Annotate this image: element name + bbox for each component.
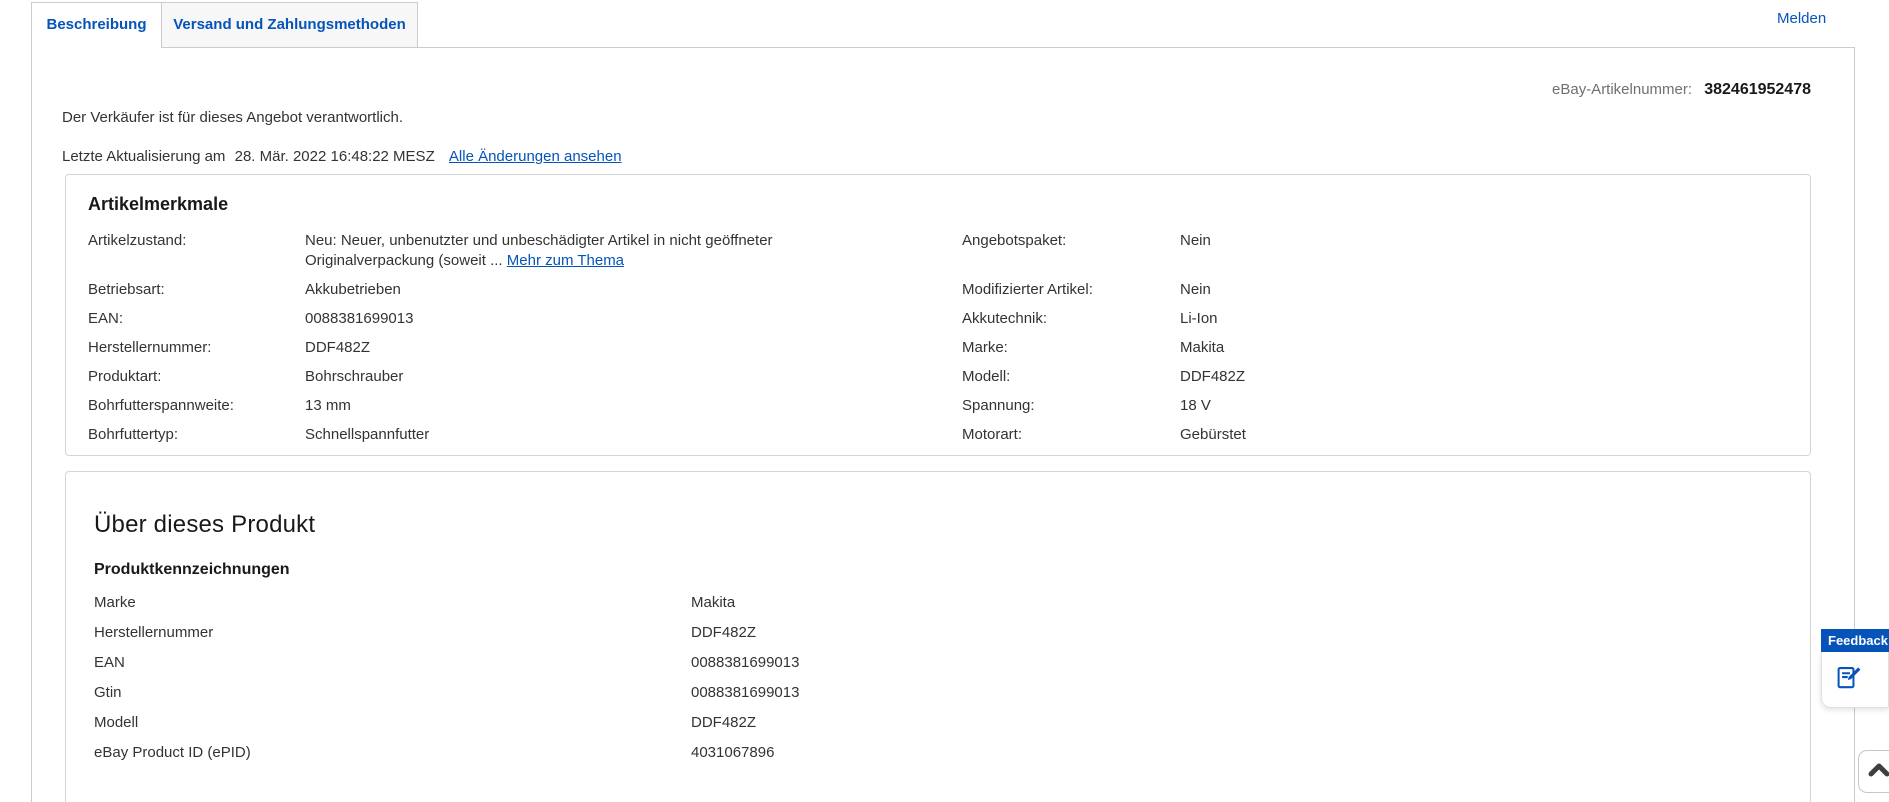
spec-value: DDF482Z	[305, 338, 962, 358]
product-label: Gtin	[94, 683, 691, 703]
spec-value: DDF482Z	[1180, 367, 1788, 387]
spec-value: Nein	[1180, 280, 1788, 300]
about-product-box: Über dieses Produkt Produktkennzeichnung…	[65, 471, 1811, 802]
spec-label: Akkutechnik:	[962, 309, 1180, 329]
spec-value: 13 mm	[305, 396, 962, 416]
product-label: Herstellernummer	[94, 623, 691, 643]
last-update-datetime: 28. Mär. 2022 16:48:22 MESZ	[235, 148, 435, 165]
chevron-up-icon	[1867, 761, 1889, 783]
seller-responsibility-note: Der Verkäufer ist für dieses Angebot ver…	[62, 109, 403, 126]
product-value: Makita	[691, 593, 1782, 613]
spec-label: Herstellernummer:	[88, 338, 305, 358]
product-label: EAN	[94, 653, 691, 673]
feedback-edit-button[interactable]	[1821, 652, 1889, 708]
mehr-zum-thema-link[interactable]: Mehr zum Thema	[507, 252, 624, 269]
scroll-to-top-button[interactable]	[1858, 750, 1889, 793]
item-specifics-title: Artikelmerkmale	[88, 194, 1788, 215]
product-value: 0088381699013	[691, 683, 1782, 703]
spec-label: Marke:	[962, 338, 1180, 358]
item-number-label: eBay-Artikelnummer:	[1552, 81, 1692, 98]
product-value: DDF482Z	[691, 623, 1782, 643]
spec-value: Bohrschrauber	[305, 367, 962, 387]
feedback-badge[interactable]: Feedback	[1821, 629, 1889, 652]
product-identifiers-grid: Marke Makita Herstellernummer DDF482Z EA…	[94, 593, 1782, 763]
spec-label: Betriebsart:	[88, 280, 305, 300]
spec-label: Angebotspaket:	[962, 231, 1180, 251]
spec-label: Bohrfuttertyp:	[88, 425, 305, 445]
spec-label: Motorart:	[962, 425, 1180, 445]
product-value: 4031067896	[691, 743, 1782, 763]
spec-label: Modifizierter Artikel:	[962, 280, 1180, 300]
spec-label: Artikelzustand:	[88, 231, 305, 251]
spec-label: Bohrfutterspannweite:	[88, 396, 305, 416]
tab-versand-und-zahlungsmethoden[interactable]: Versand und Zahlungsmethoden	[161, 2, 418, 47]
spec-label: EAN:	[88, 309, 305, 329]
spec-value: 18 V	[1180, 396, 1788, 416]
spec-value: Akkubetrieben	[305, 280, 962, 300]
spec-value: Li-Ion	[1180, 309, 1788, 329]
melden-link[interactable]: Melden	[1777, 10, 1826, 27]
item-number: eBay-Artikelnummer: 382461952478	[1552, 81, 1811, 99]
product-value: DDF482Z	[691, 713, 1782, 733]
last-update-line: Letzte Aktualisierung am 28. Mär. 2022 1…	[62, 148, 622, 165]
content-panel: eBay-Artikelnummer: 382461952478 Der Ver…	[31, 47, 1855, 802]
spec-value: 0088381699013	[305, 309, 962, 329]
tab-beschreibung[interactable]: Beschreibung	[31, 2, 162, 48]
product-label: Marke	[94, 593, 691, 613]
spec-value: Schnellspannfutter	[305, 425, 962, 445]
last-update-text: Letzte Aktualisierung am	[62, 148, 225, 165]
spec-value: Makita	[1180, 338, 1788, 358]
product-identifiers-heading: Produktkennzeichnungen	[94, 561, 1782, 579]
note-pencil-icon	[1835, 664, 1862, 695]
product-value: 0088381699013	[691, 653, 1782, 673]
product-label: Modell	[94, 713, 691, 733]
product-label: eBay Product ID (ePID)	[94, 743, 691, 763]
view-all-changes-link[interactable]: Alle Änderungen ansehen	[449, 148, 622, 165]
spec-label: Modell:	[962, 367, 1180, 387]
item-specifics-box: Artikelmerkmale Artikelzustand: Neu: Neu…	[65, 174, 1811, 456]
spec-value: Nein	[1180, 231, 1788, 251]
item-specifics-grid: Artikelzustand: Neu: Neuer, unbenutzter …	[88, 231, 1788, 445]
about-product-title: Über dieses Produkt	[94, 511, 1782, 539]
spec-value-condition: Neu: Neuer, unbenutzter und unbeschädigt…	[305, 231, 895, 271]
item-number-value: 382461952478	[1704, 81, 1811, 98]
spec-label: Spannung:	[962, 396, 1180, 416]
spec-label: Produktart:	[88, 367, 305, 387]
spec-value: Gebürstet	[1180, 425, 1788, 445]
